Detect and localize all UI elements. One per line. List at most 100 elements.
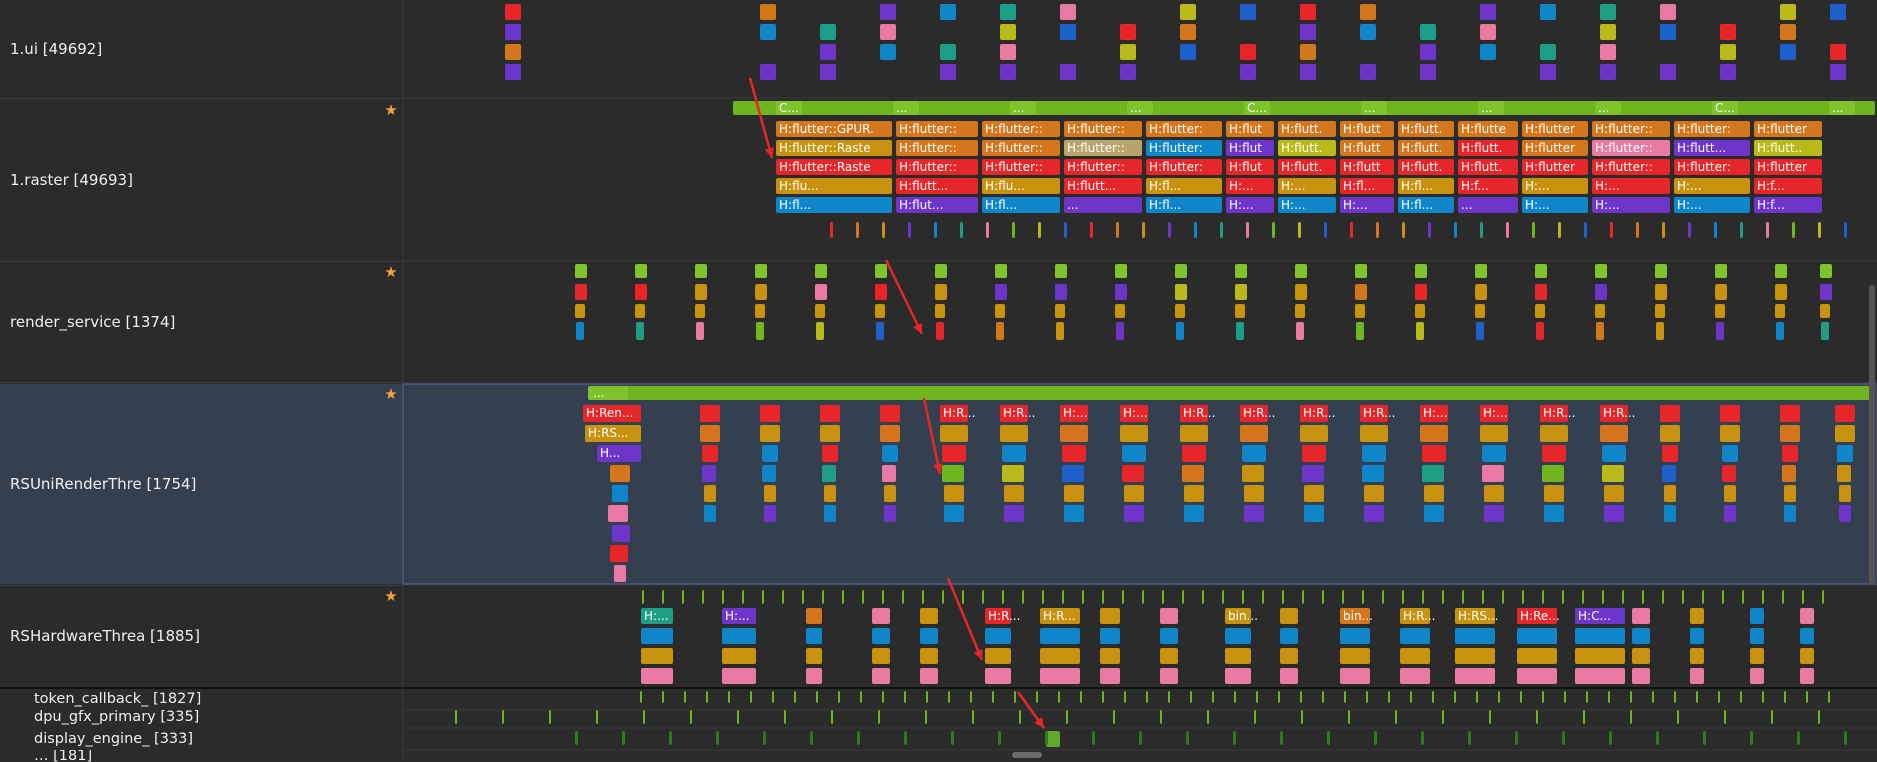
trace-slice[interactable] [1295,264,1307,278]
trace-slice[interactable] [1186,731,1189,745]
trace-slice[interactable] [1540,425,1568,442]
trace-slice[interactable] [1300,691,1302,703]
trace-slice[interactable] [856,222,859,238]
trace-slice[interactable] [995,264,1007,278]
trace-slice[interactable] [1324,222,1327,238]
trace-slice[interactable] [1246,222,1249,238]
trace-slice[interactable] [1797,731,1800,745]
trace-slice[interactable] [1677,710,1679,724]
trace-slice[interactable] [662,590,664,604]
trace-slice[interactable] [696,322,704,340]
trace-slice[interactable] [1720,44,1736,60]
trace-slice[interactable] [1175,284,1187,300]
trace-slice[interactable] [1595,304,1605,318]
trace-slice[interactable] [1517,648,1557,664]
trace-slice[interactable] [1656,322,1664,340]
trace-slice[interactable] [1356,322,1364,340]
trace-slice[interactable] [1609,731,1612,745]
trace-slice[interactable] [1517,668,1557,684]
trace-slice[interactable] [1655,284,1667,300]
trace-slice[interactable] [1362,465,1384,482]
trace-slice[interactable] [820,64,836,80]
trace-slice[interactable] [1660,24,1676,40]
trace-slice[interactable] [1415,264,1427,278]
trace-slice[interactable] [1828,691,1830,703]
trace-slice[interactable] [875,304,885,318]
trace-slice[interactable] [872,628,890,644]
trace-slice[interactable] [455,710,457,724]
horizontal-scrollbar-thumb[interactable] [1012,752,1042,758]
trace-slice[interactable] [750,691,752,703]
trace-slice[interactable] [610,465,630,482]
trace-slice[interactable] [960,222,963,238]
trace-slice[interactable] [794,691,796,703]
trace-slice[interactable] [614,565,626,582]
trace-slice[interactable] [1690,608,1704,624]
trace-slice[interactable] [806,628,822,644]
trace-slice[interactable] [1800,608,1814,624]
trace-slice[interactable] [1517,628,1557,644]
trace-slice[interactable] [1540,44,1556,60]
trace-slice[interactable] [1424,485,1444,502]
trace-slice[interactable] [1642,590,1644,604]
trace-slice[interactable] [1776,322,1784,340]
trace-slice[interactable] [880,405,900,422]
trace-slice[interactable] [1782,590,1784,604]
trace-slice[interactable] [1296,322,1304,340]
trace-slice[interactable] [1844,222,1847,238]
trace-slice[interactable] [1207,710,1209,724]
trace-slice[interactable] [1355,304,1365,318]
trace-slice[interactable] [575,731,578,745]
trace-slice[interactable] [882,445,898,462]
trace-slice[interactable] [1124,485,1144,502]
trace-slice[interactable] [1244,505,1264,522]
trace-slice[interactable] [1376,222,1379,238]
trace-slice[interactable] [1750,668,1764,684]
trace-slice[interactable] [1442,710,1444,724]
trace-slice[interactable] [1194,222,1197,238]
trace-slice[interactable] [876,322,884,340]
trace-slice[interactable] [1610,222,1613,238]
trace-slice[interactable] [1690,668,1704,684]
trace-slice[interactable] [1632,668,1650,684]
trace-slice[interactable] [502,710,504,724]
trace-slice[interactable] [1254,710,1256,724]
trace-slice[interactable] [1535,304,1545,318]
trace-slice[interactable] [641,668,673,684]
trace-slice[interactable] [1544,485,1564,502]
trace-slice[interactable] [1400,648,1430,664]
trace-slice[interactable] [1344,691,1346,703]
trace-slice[interactable] [1116,322,1124,340]
rsuni-top-bar[interactable] [590,386,1875,400]
trace-slice[interactable] [1660,405,1680,422]
trace-slice[interactable] [1038,222,1041,238]
trace-slice[interactable] [1540,4,1556,20]
trace-slice[interactable] [1682,590,1684,604]
trace-slice[interactable] [1282,590,1284,604]
trace-slice[interactable] [755,304,765,318]
trace-slice[interactable] [1662,222,1665,238]
trace-slice[interactable] [1582,590,1584,604]
trace-slice[interactable] [1055,284,1067,300]
trace-slice[interactable] [505,64,521,80]
trace-slice[interactable] [872,608,890,624]
trace-slice[interactable] [1475,304,1485,318]
trace-slice[interactable] [880,425,900,442]
trace-slice[interactable] [1656,731,1659,745]
trace-slice[interactable] [1002,590,1004,604]
trace-slice[interactable] [1160,648,1178,664]
trace-slice[interactable] [1280,731,1283,745]
trace-slice[interactable] [1102,691,1104,703]
trace-slice[interactable] [1690,648,1704,664]
trace-slice[interactable] [1454,691,1456,703]
trace-slice[interactable] [1674,691,1676,703]
trace-slice[interactable] [1362,590,1364,604]
trace-slice[interactable] [1415,284,1427,300]
trace-slice[interactable] [1715,284,1727,300]
trace-slice[interactable] [612,485,628,502]
trace-slice[interactable] [1040,628,1080,644]
trace-slice[interactable] [700,425,720,442]
trace-slice[interactable] [1388,691,1390,703]
trace-slice[interactable] [1837,465,1851,482]
trace-slice[interactable] [1742,590,1744,604]
